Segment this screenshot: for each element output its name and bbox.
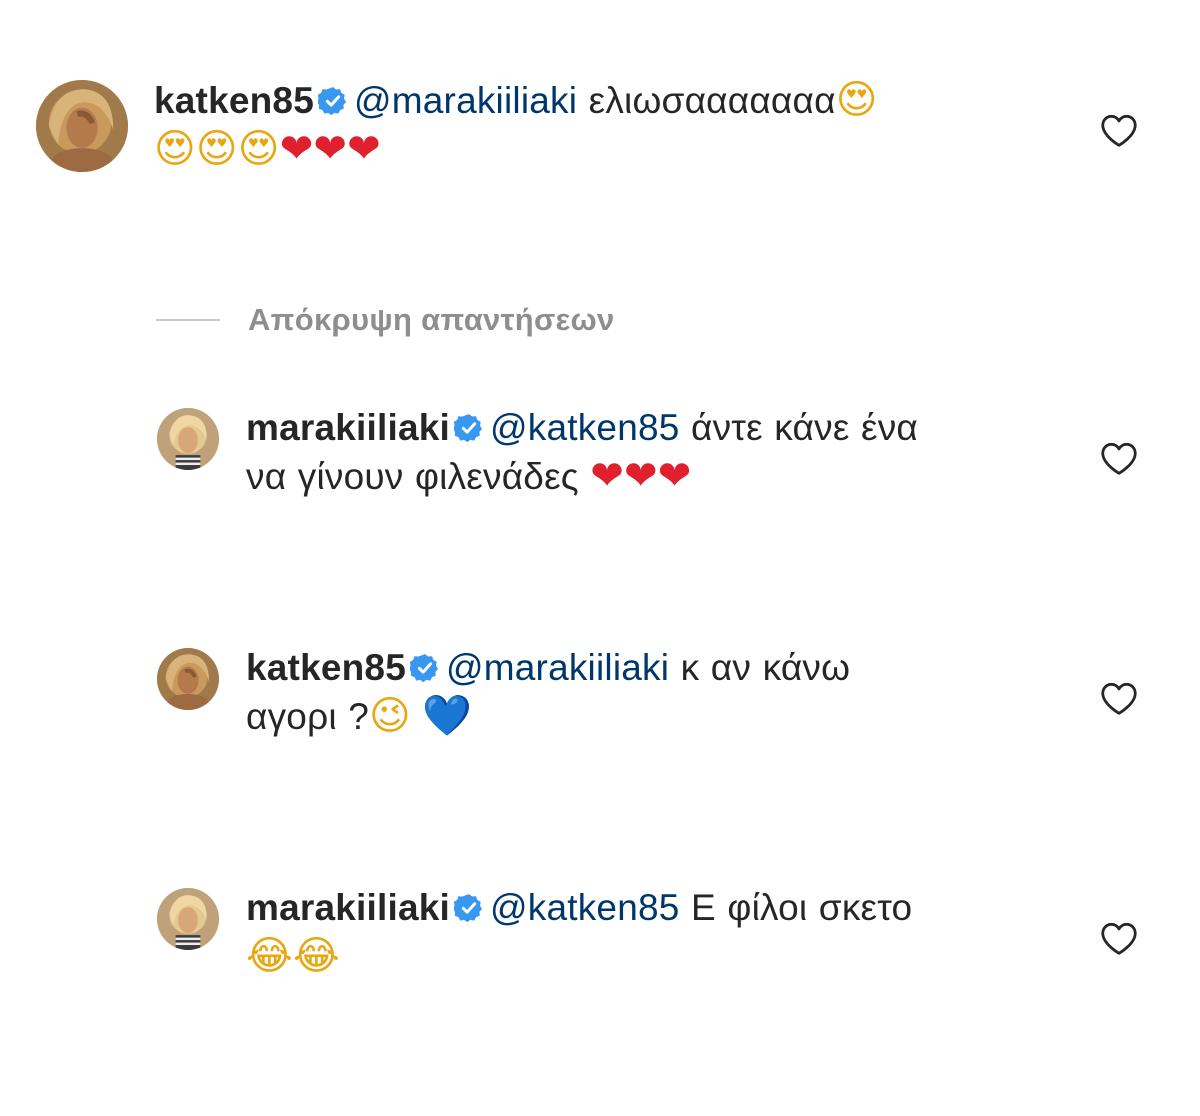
wink-emoji: 😉 [369,693,411,739]
avatar[interactable] [36,80,128,172]
verified-badge-icon [318,86,348,116]
avatar[interactable] [157,648,219,710]
avatar-katken85-image [36,80,128,172]
hide-replies-label: Απόκρυψη απαντήσεων [248,302,615,337]
hide-replies-button[interactable]: Απόκρυψη απαντήσεων [156,298,615,342]
comment-text: katken85 @marakiiliaki κ αν κάνω αγορι ?😉… [246,644,1046,741]
avatar-marakiiliaki-image [157,408,219,470]
like-heart-icon[interactable] [1100,114,1138,148]
verified-badge-icon [410,653,440,683]
comment-body: άντε κάνε ένα [691,407,918,448]
comment-text: marakiiliaki @katken85 Ε φίλοι σκετο 😂😂 [246,884,1046,981]
comment-body: κ αν κάνω [680,647,851,688]
like-heart-icon[interactable] [1100,922,1138,956]
comment-body: Ε φίλοι σκετο [691,887,913,928]
mention-link[interactable]: @katken85 [490,407,680,448]
username[interactable]: katken85 [246,647,406,688]
mention-link[interactable]: @marakiiliaki [446,647,669,688]
like-heart-icon[interactable] [1100,442,1138,476]
comment-body: ελιωσααααααα [588,80,836,121]
mention-link[interactable]: @marakiiliaki [354,80,577,121]
avatar[interactable] [157,408,219,470]
verified-badge-icon [454,893,484,923]
red-hearts-emoji: ❤❤❤ [590,453,692,499]
heart-eyes-emoji: 😍 [835,77,878,123]
red-hearts-emoji: ❤❤❤ [279,126,381,172]
comment-text: marakiiliaki @katken85 άντε κάνε ένα να γ… [246,404,1046,501]
avatar-katken85-image [157,648,219,710]
comment-body-line2: να γίνουν φιλενάδες [246,456,579,497]
avatar-marakiiliaki-image [157,888,219,950]
heart-eyes-emoji-group: 😍😍😍 [154,126,280,172]
divider-line [156,319,220,321]
like-heart-icon[interactable] [1100,682,1138,716]
blue-heart-emoji: 💙 [422,693,473,739]
tears-of-joy-emoji: 😂😂 [246,933,340,979]
username[interactable]: marakiiliaki [246,887,450,928]
username[interactable]: katken85 [154,80,314,121]
avatar[interactable] [157,888,219,950]
username[interactable]: marakiiliaki [246,407,450,448]
mention-link[interactable]: @katken85 [490,887,680,928]
comment-body-line2: αγορι ? [246,696,369,737]
verified-badge-icon [454,413,484,443]
comment-text: katken85 @marakiiliaki ελιωσααααααα😍 😍😍😍❤… [154,76,1054,174]
